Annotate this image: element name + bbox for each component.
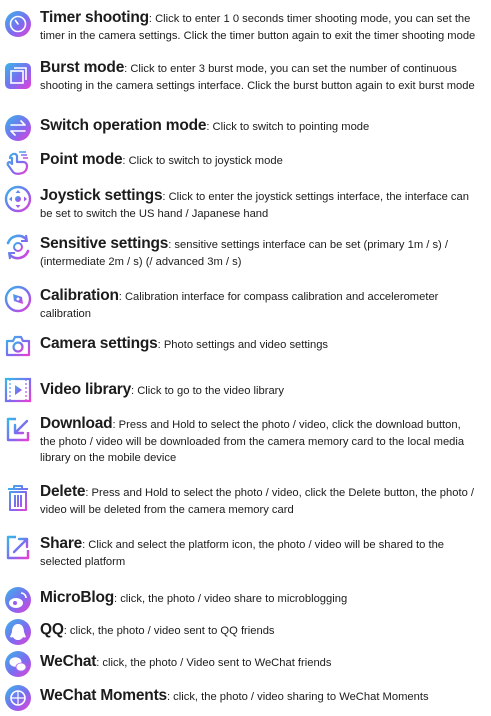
switch-arrows-icon: [4, 114, 32, 142]
feature-description: : click, the photo / video sent to QQ fr…: [63, 625, 275, 637]
feature-description: : Click to go to the video library: [131, 385, 284, 397]
feature-description: : Click to switch to pointing mode: [206, 121, 370, 133]
video-library-icon: [4, 376, 32, 404]
feature-title: Point mode: [40, 151, 123, 168]
point-hand-icon: [4, 148, 32, 176]
feature-title: QQ: [40, 621, 64, 638]
share-icon: [4, 534, 32, 562]
feature-title: WeChat: [40, 653, 97, 670]
feature-title: Timer shooting: [40, 9, 149, 26]
feature-description: : Photo settings and video settings: [157, 339, 329, 351]
timer-icon: [4, 10, 32, 38]
sensitivity-icon: [4, 233, 32, 261]
wechat-moments-icon: [4, 684, 32, 712]
wechat-icon: [4, 650, 32, 678]
feature-description: : click, the photo / Video sent to WeCha…: [96, 657, 332, 669]
feature-description: : click, the photo / video share to micr…: [113, 593, 348, 605]
compass-icon: [4, 285, 32, 313]
feature-title: Delete: [40, 483, 86, 500]
camera-icon: [4, 332, 32, 360]
feature-description: : Click and select the platform icon, th…: [40, 539, 445, 568]
feature-title: MicroBlog: [40, 589, 114, 606]
feature-title: Burst mode: [40, 59, 125, 76]
download-icon: [4, 416, 32, 444]
feature-description: : Press and Hold to select the photo / v…: [40, 487, 475, 516]
feature-description: : click, the photo / video sharing to We…: [166, 691, 429, 703]
feature-title: Video library: [40, 381, 132, 398]
feature-title: Camera settings: [40, 335, 158, 352]
feature-title: WeChat Moments: [40, 687, 167, 704]
microblog-icon: [4, 586, 32, 614]
feature-title: Download: [40, 415, 113, 432]
feature-title: Sensitive settings: [40, 235, 169, 252]
trash-icon: [4, 484, 32, 512]
feature-title: Share: [40, 535, 83, 552]
feature-title: Calibration: [40, 287, 119, 304]
burst-icon: [4, 62, 32, 90]
feature-title: Joystick settings: [40, 187, 163, 204]
feature-description: : Click to switch to joystick mode: [122, 155, 283, 167]
qq-icon: [4, 618, 32, 646]
feature-title: Switch operation mode: [40, 117, 207, 134]
joystick-icon: [4, 185, 32, 213]
